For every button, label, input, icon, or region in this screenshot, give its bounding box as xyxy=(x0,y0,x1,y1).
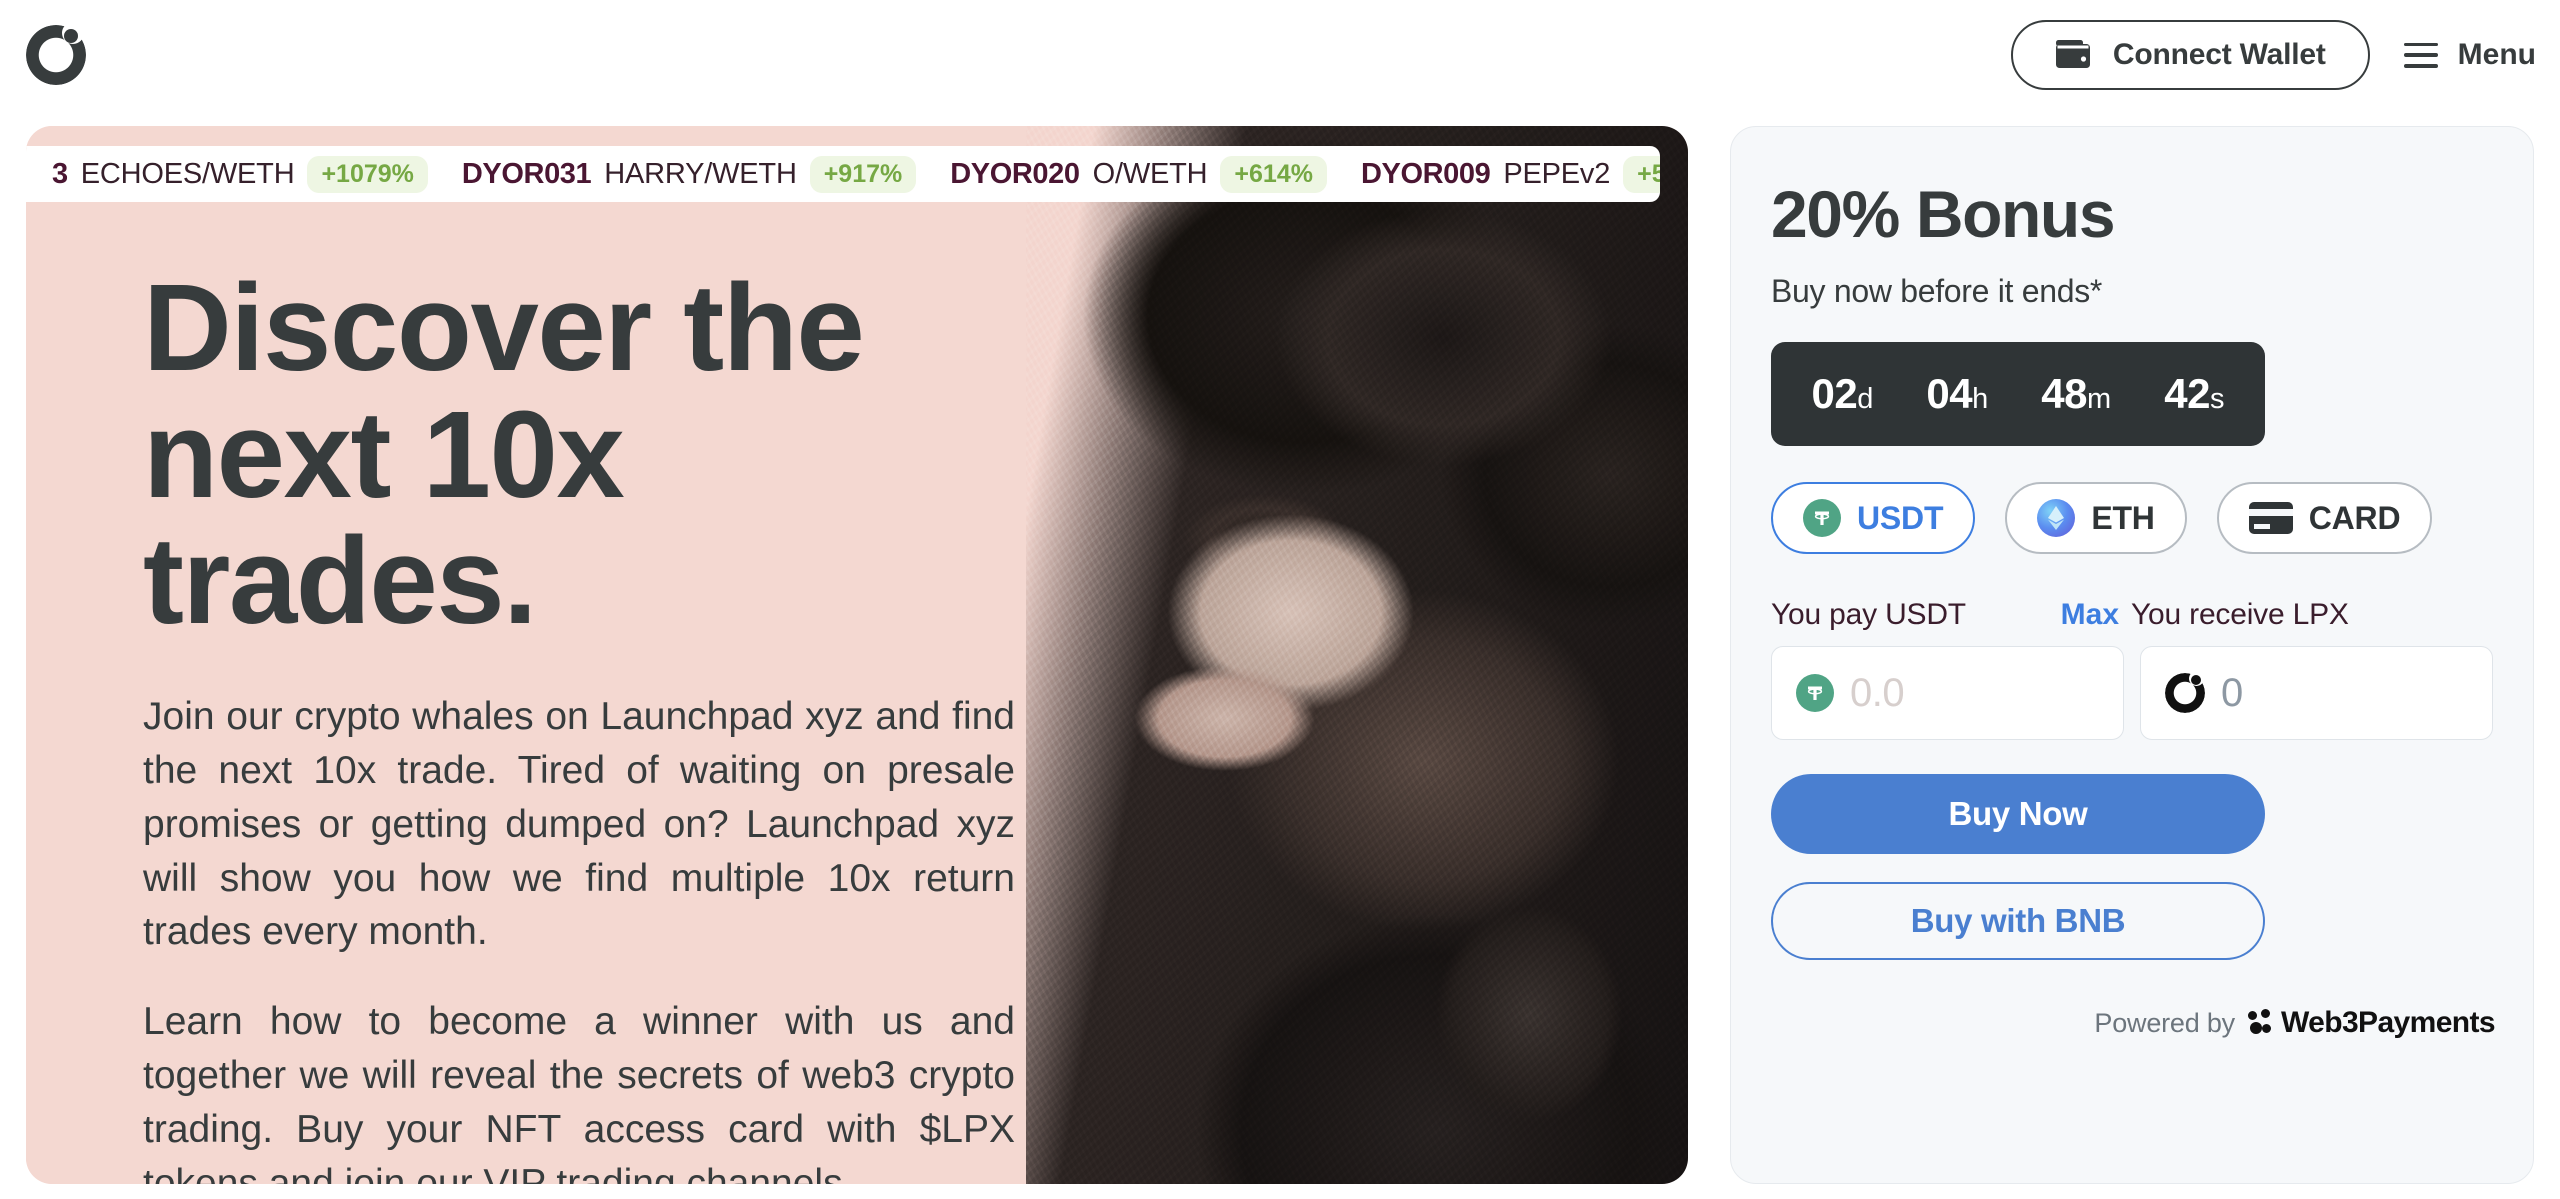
amount-field-labels: You pay USDT Max You receive LPX xyxy=(1771,598,2505,632)
ethereum-icon xyxy=(2037,499,2076,537)
launchpad-logo[interactable] xyxy=(26,22,86,85)
ticker-pair: PEPEv2 xyxy=(1503,157,1611,190)
ticker-item[interactable]: DYOR020 O/WETH +614% xyxy=(950,155,1327,193)
tether-icon xyxy=(1803,499,1841,537)
countdown-days: 02d xyxy=(1812,370,1874,418)
receive-amount-value: 0 xyxy=(2221,670,2243,715)
panel-subtitle: Buy now before it ends* xyxy=(1771,273,2103,309)
purchase-panel: 20% Bonus Buy now before it ends* 02d 04… xyxy=(1730,126,2534,1184)
countdown-minutes-unit: m xyxy=(2087,383,2112,415)
panel-title: 20% Bonus xyxy=(1771,177,2116,251)
tether-icon xyxy=(1796,674,1834,712)
pay-amount-input[interactable]: 0.0 xyxy=(1771,646,2124,740)
payment-method-tabs: USDT ETH CARD xyxy=(1771,482,2493,554)
web3payments-name: Web3Payments xyxy=(2280,1006,2496,1039)
payment-method-eth[interactable]: ETH xyxy=(2005,482,2187,554)
ticker-pair: HARRY/WETH xyxy=(604,157,797,190)
wallet-icon xyxy=(2055,39,2093,72)
receive-amount-input[interactable]: 0 xyxy=(2140,646,2493,740)
buy-with-bnb-button[interactable]: Buy with BNB xyxy=(1771,882,2265,960)
countdown-hours-value: 04 xyxy=(1926,370,1973,417)
countdown-minutes-value: 48 xyxy=(2041,370,2088,417)
connect-wallet-button[interactable]: Connect Wallet xyxy=(2010,20,2370,90)
payment-method-card[interactable]: CARD xyxy=(2216,482,2433,554)
countdown-hours: 04h xyxy=(1926,370,1988,418)
ticker-pair: O/WETH xyxy=(1092,157,1208,190)
hero-card: 3 ECHOES/WETH +1079% DYOR031 HARRY/WETH … xyxy=(26,126,1688,1184)
countdown-hours-unit: h xyxy=(1972,383,1989,415)
logo-dot xyxy=(64,29,78,43)
hero-title-line2: next 10x trades. xyxy=(143,386,625,651)
ticker-item[interactable]: DYOR009 PEPEv2 +544% xyxy=(1360,155,1660,193)
hero-title: Discover the next 10x trades. xyxy=(143,265,1043,646)
ticker-percent-badge: +544% xyxy=(1623,155,1660,193)
hero-portrait-image xyxy=(1026,126,1688,1184)
site-header: Connect Wallet Menu xyxy=(0,0,2560,110)
payment-method-usdt-label: USDT xyxy=(1857,499,1944,536)
ticker-percent-badge: +1079% xyxy=(307,155,428,193)
menu-button[interactable]: Menu xyxy=(2403,32,2536,78)
max-button[interactable]: Max xyxy=(2061,598,2119,632)
web3payments-brand: Web3Payments xyxy=(2247,1006,2496,1040)
you-receive-label: You receive LPX xyxy=(2131,598,2349,631)
credit-card-icon xyxy=(2248,502,2293,534)
payment-method-eth-label: ETH xyxy=(2091,499,2155,536)
hero-paragraph-1: Join our crypto whales on Launchpad xyz … xyxy=(143,695,1015,954)
pay-amount-value: 0.0 xyxy=(1850,670,1905,715)
hero-title-line1: Discover the xyxy=(143,260,865,397)
you-pay-label: You pay USDT xyxy=(1771,598,1966,631)
menu-label: Menu xyxy=(2457,38,2536,71)
lpx-token-icon xyxy=(2165,671,2205,713)
ticker-percent-badge: +614% xyxy=(1220,155,1327,193)
countdown-days-unit: d xyxy=(1857,383,1874,415)
payment-method-usdt[interactable]: USDT xyxy=(1771,482,1976,554)
ticker-code: 3 xyxy=(52,157,68,190)
countdown-seconds-unit: s xyxy=(2209,383,2225,415)
ticker-percent-badge: +917% xyxy=(809,155,917,193)
ticker-item[interactable]: DYOR031 HARRY/WETH +917% xyxy=(461,155,917,193)
header-actions: Connect Wallet Menu xyxy=(2010,20,2536,90)
amount-inputs: 0.0 0 xyxy=(1771,646,2493,740)
ticker-code: DYOR009 xyxy=(1360,157,1491,190)
countdown-seconds: 42s xyxy=(2164,370,2224,418)
buy-now-button[interactable]: Buy Now xyxy=(1771,774,2265,854)
ticker-code: DYOR020 xyxy=(950,157,1080,190)
powered-by: Powered by Web3Payments xyxy=(1771,1006,2495,1040)
countdown-days-value: 02 xyxy=(1811,370,1858,417)
hero-copy: Discover the next 10x trades. Join our c… xyxy=(143,265,1043,1184)
ticker-item[interactable]: 3 ECHOES/WETH +1079% xyxy=(52,155,428,193)
countdown-minutes: 48m xyxy=(2041,370,2111,418)
countdown-timer: 02d 04h 48m 42s xyxy=(1771,342,2265,446)
ticker-pair: ECHOES/WETH xyxy=(80,157,295,190)
connect-wallet-label: Connect Wallet xyxy=(2112,38,2326,71)
hamburger-icon xyxy=(2403,42,2438,68)
web3payments-logo-icon xyxy=(2247,1009,2272,1037)
ticker-code: DYOR031 xyxy=(461,157,592,190)
powered-by-label: Powered by xyxy=(2094,1007,2235,1038)
hero-paragraph-2: Learn how to become a winner with us and… xyxy=(143,1000,1015,1184)
payment-method-card-label: CARD xyxy=(2308,499,2401,536)
trending-ticker[interactable]: 3 ECHOES/WETH +1079% DYOR031 HARRY/WETH … xyxy=(26,146,1660,202)
countdown-seconds-value: 42 xyxy=(2164,370,2210,417)
